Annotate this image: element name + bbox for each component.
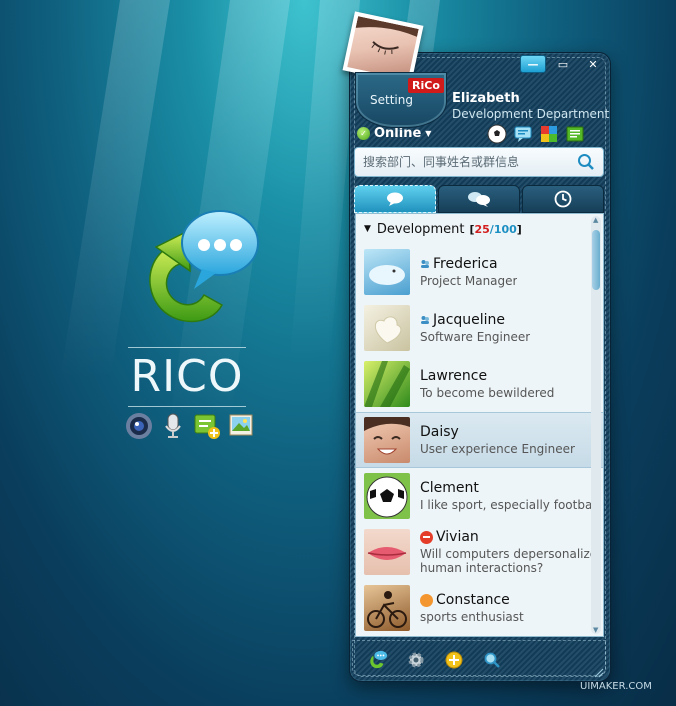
contact-note: sports enthusiast [420,610,524,624]
brand-name: RICO [128,347,246,407]
brand-tools [124,411,256,441]
contact-note: To become bewildered [420,386,555,400]
collapse-caret-icon: ▼ [364,224,371,234]
status-selector[interactable]: ✓ Online ▼ [357,126,431,141]
tab-contacts[interactable] [354,185,436,213]
contact-note: User experience Engineer [420,442,575,456]
contact-name: Vivian [436,529,479,545]
contact-name: Jacqueline [433,312,506,328]
contact-item[interactable]: Constance sports enthusiast [356,580,603,636]
avatar [364,249,410,295]
scrollbar[interactable]: ▲ ▼ [591,216,601,634]
user-photo-image [347,16,419,80]
away-status-icon [420,593,433,607]
picture-icon[interactable] [226,411,256,441]
contact-name: Constance [436,592,510,608]
contact-item[interactable]: Clement I like sport, especially footbal… [356,468,603,524]
avatar [364,585,410,631]
bottom-bar [368,650,502,670]
scroll-down-icon[interactable]: ▼ [593,626,598,634]
contact-note: I like sport, especially football [420,498,599,512]
rico-tag: RiCo [408,78,444,93]
contact-item[interactable]: Vivian Will computers depersonalize huma… [356,524,603,580]
group-member-icon [421,316,429,324]
group-chat-icon [468,192,490,207]
contact-name: Frederica [433,256,498,272]
group-header[interactable]: ▼ Development [25/100] [356,214,603,244]
tab-groups[interactable] [438,185,520,213]
contact-item[interactable]: Frederica Project Manager [356,244,603,300]
toolbar [487,124,585,144]
avatar [364,417,410,463]
contact-list: ▼ Development [25/100] Frederica Project… [355,213,604,637]
single-chat-icon [387,192,403,206]
group-member-icon [421,260,429,268]
settings-icon[interactable] [406,650,426,670]
setting-label: Setting [370,93,413,107]
close-button[interactable]: ✕ [580,55,606,73]
contacts-card-icon[interactable] [565,124,585,144]
avatar [364,473,410,519]
contact-name: Lawrence [420,368,488,384]
contact-item[interactable]: Lawrence To become bewildered [356,356,603,412]
search-icon[interactable] [577,153,595,171]
maximize-button[interactable]: ▭ [550,55,576,73]
add-icon[interactable] [444,650,464,670]
online-count: 25 [474,222,490,236]
history-clock-icon [554,190,572,208]
scrollbar-thumb[interactable] [592,230,600,290]
contact-note-line2: human interactions? [420,561,544,575]
search-box [354,147,604,177]
chat-history-icon[interactable] [368,650,388,670]
avatar [364,361,410,407]
online-status-icon: ✓ [357,127,370,140]
contact-note: Software Engineer [420,330,531,344]
minimize-button[interactable]: — [520,55,546,73]
contact-item-selected[interactable]: Daisy User experience Engineer [356,412,603,468]
tab-bar [354,185,604,213]
watermark: UIMAKER.COM [580,681,652,692]
busy-status-icon [420,530,433,544]
total-count: 100 [493,222,517,236]
contact-note: Will computers depersonalize [420,547,598,561]
color-palette-icon[interactable] [539,124,559,144]
chevron-down-icon: ▼ [425,129,432,138]
avatar [364,529,410,575]
camera-icon[interactable] [124,411,154,441]
contact-name: Clement [420,480,479,496]
tab-recent[interactable] [522,185,604,213]
contact-item[interactable]: Jacqueline Software Engineer [356,300,603,356]
window-controls: — ▭ ✕ [520,55,606,73]
microphone-icon[interactable] [158,411,188,441]
football-icon[interactable] [487,124,507,144]
user-name: Elizabeth [452,91,520,106]
group-count: [25/100] [469,222,522,236]
status-label: Online [374,126,422,141]
scroll-up-icon[interactable]: ▲ [593,216,598,224]
contact-name: Daisy [420,424,459,440]
search-input[interactable] [363,155,577,169]
find-icon[interactable] [482,650,502,670]
add-note-icon[interactable] [192,411,222,441]
resize-grip-icon[interactable] [592,666,604,678]
user-department: Development Department [452,107,610,121]
chat-icon[interactable] [513,124,533,144]
rico-logo-icon [149,210,259,323]
avatar [364,305,410,351]
group-name: Development [376,221,465,237]
contact-note: Project Manager [420,274,518,288]
